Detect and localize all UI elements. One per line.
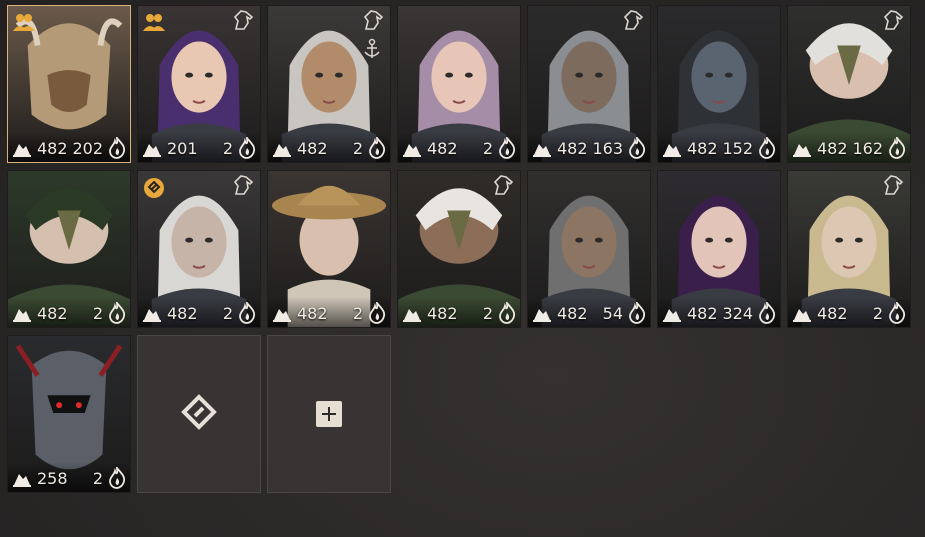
character-slot[interactable]: 482 2 <box>397 170 521 328</box>
character-slot[interactable]: 482 2 <box>397 5 521 163</box>
level-icon <box>271 305 293 323</box>
character-slot[interactable]: 482 2 <box>267 5 391 163</box>
level-icon <box>11 470 33 488</box>
character-level: 482 <box>817 304 848 323</box>
energy-count: 152 <box>722 139 753 158</box>
level-icon <box>141 305 163 323</box>
character-level: 482 <box>817 139 848 158</box>
level-icon <box>531 140 553 158</box>
character-slot[interactable]: 482 2 <box>7 170 131 328</box>
character-slot[interactable]: 482 152 <box>657 5 781 163</box>
horse-icon <box>232 9 256 31</box>
level-icon <box>791 305 813 323</box>
energy-count: 324 <box>722 304 753 323</box>
flame-icon <box>107 134 127 159</box>
level-icon <box>531 305 553 323</box>
energy-count: 202 <box>72 139 103 158</box>
level-icon <box>271 140 293 158</box>
flame-icon <box>497 134 517 159</box>
character-slot[interactable]: 482 202 <box>7 5 131 163</box>
flame-icon <box>497 299 517 324</box>
horse-icon <box>492 174 516 196</box>
character-grid: 482 202 201 2 482 2 482 2 482 163 482 15… <box>7 5 917 500</box>
horse-icon <box>232 174 256 196</box>
level-icon <box>401 305 423 323</box>
emblem-icon <box>181 394 217 434</box>
level-icon <box>401 140 423 158</box>
energy-count: 2 <box>222 139 233 158</box>
character-level: 482 <box>37 304 68 323</box>
energy-count: 163 <box>592 139 623 158</box>
create-character-slot[interactable] <box>267 335 391 493</box>
character-level: 482 <box>427 139 458 158</box>
character-level: 482 <box>557 139 588 158</box>
character-slot[interactable]: 482 2 <box>787 170 911 328</box>
flame-icon <box>367 299 387 324</box>
character-slot[interactable]: 482 163 <box>527 5 651 163</box>
flame-icon <box>237 134 257 159</box>
level-icon <box>661 305 683 323</box>
flame-icon <box>107 299 127 324</box>
horse-icon <box>882 9 906 31</box>
character-slot[interactable]: 258 2 <box>7 335 131 493</box>
character-slot[interactable]: 482 54 <box>527 170 651 328</box>
character-level: 482 <box>687 139 718 158</box>
energy-count: 162 <box>852 139 883 158</box>
level-icon <box>141 140 163 158</box>
flame-icon <box>627 299 647 324</box>
energy-count: 2 <box>352 304 363 323</box>
energy-count: 2 <box>92 469 103 488</box>
energy-count: 2 <box>92 304 103 323</box>
character-level: 482 <box>297 304 328 323</box>
character-level: 482 <box>297 139 328 158</box>
flame-icon <box>107 464 127 489</box>
character-slot[interactable]: 482 2 <box>267 170 391 328</box>
character-slot[interactable]: 482 2 <box>137 170 261 328</box>
level-icon <box>661 140 683 158</box>
horse-icon <box>622 9 646 31</box>
family-icon <box>143 12 165 32</box>
anchor-icon <box>362 38 382 60</box>
horse-icon <box>362 9 386 31</box>
character-level: 482 <box>557 304 588 323</box>
character-level: 258 <box>37 469 68 488</box>
flame-icon <box>237 299 257 324</box>
flame-icon <box>887 134 907 159</box>
flame-icon <box>887 299 907 324</box>
empty-character-slot[interactable] <box>137 335 261 493</box>
energy-count: 2 <box>482 304 493 323</box>
character-slot[interactable]: 482 324 <box>657 170 781 328</box>
plus-icon <box>316 401 342 427</box>
character-level: 482 <box>167 304 198 323</box>
energy-count: 2 <box>352 139 363 158</box>
character-level: 482 <box>687 304 718 323</box>
flame-icon <box>367 134 387 159</box>
horse-icon <box>882 174 906 196</box>
flame-icon <box>757 134 777 159</box>
level-icon <box>11 305 33 323</box>
character-level: 201 <box>167 139 198 158</box>
energy-count: 54 <box>602 304 623 323</box>
emblem-icon <box>143 177 165 198</box>
energy-count: 2 <box>482 139 493 158</box>
level-icon <box>11 140 33 158</box>
flame-icon <box>627 134 647 159</box>
flame-icon <box>757 299 777 324</box>
energy-count: 2 <box>222 304 233 323</box>
energy-count: 2 <box>872 304 883 323</box>
family-icon <box>13 12 35 32</box>
character-slot[interactable]: 201 2 <box>137 5 261 163</box>
character-level: 482 <box>427 304 458 323</box>
character-slot[interactable]: 482 162 <box>787 5 911 163</box>
level-icon <box>791 140 813 158</box>
character-level: 482 <box>37 139 68 158</box>
